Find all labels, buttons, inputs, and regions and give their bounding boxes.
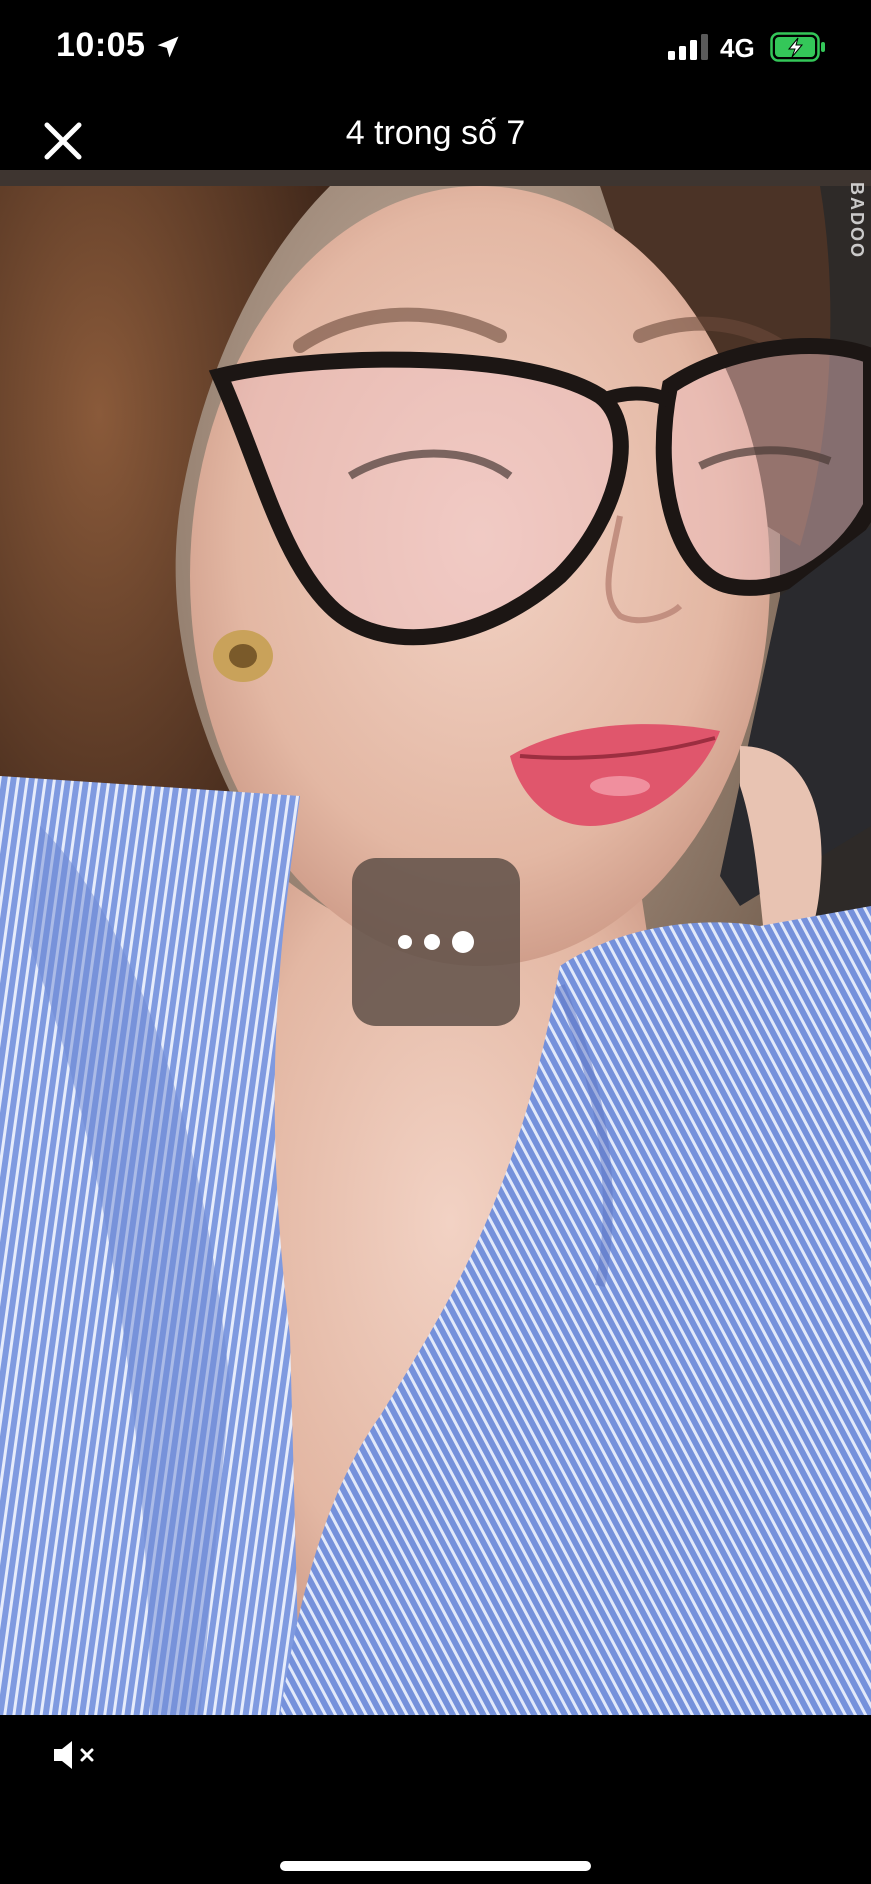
more-options-button[interactable] xyxy=(352,858,520,1026)
badoo-watermark: BADOO xyxy=(847,182,867,259)
cellular-signal-icon xyxy=(668,34,708,60)
more-dots-icon xyxy=(392,931,480,953)
media-viewer[interactable]: BADOO xyxy=(0,170,871,1715)
status-bar: 10:05 4G xyxy=(0,0,871,100)
media-top-strip xyxy=(0,170,871,186)
network-type-label: 4G xyxy=(720,33,755,63)
home-indicator[interactable] xyxy=(280,1861,591,1871)
status-time: 10:05 xyxy=(56,26,146,64)
battery-charging-icon xyxy=(770,32,825,62)
viewer-header: 4 trong số 7 xyxy=(0,100,871,170)
location-arrow-icon xyxy=(157,36,179,58)
speaker-muted-icon[interactable] xyxy=(50,1735,102,1775)
photo-counter-title: 4 trong số 7 xyxy=(345,114,526,152)
bottom-bar xyxy=(0,1715,871,1884)
